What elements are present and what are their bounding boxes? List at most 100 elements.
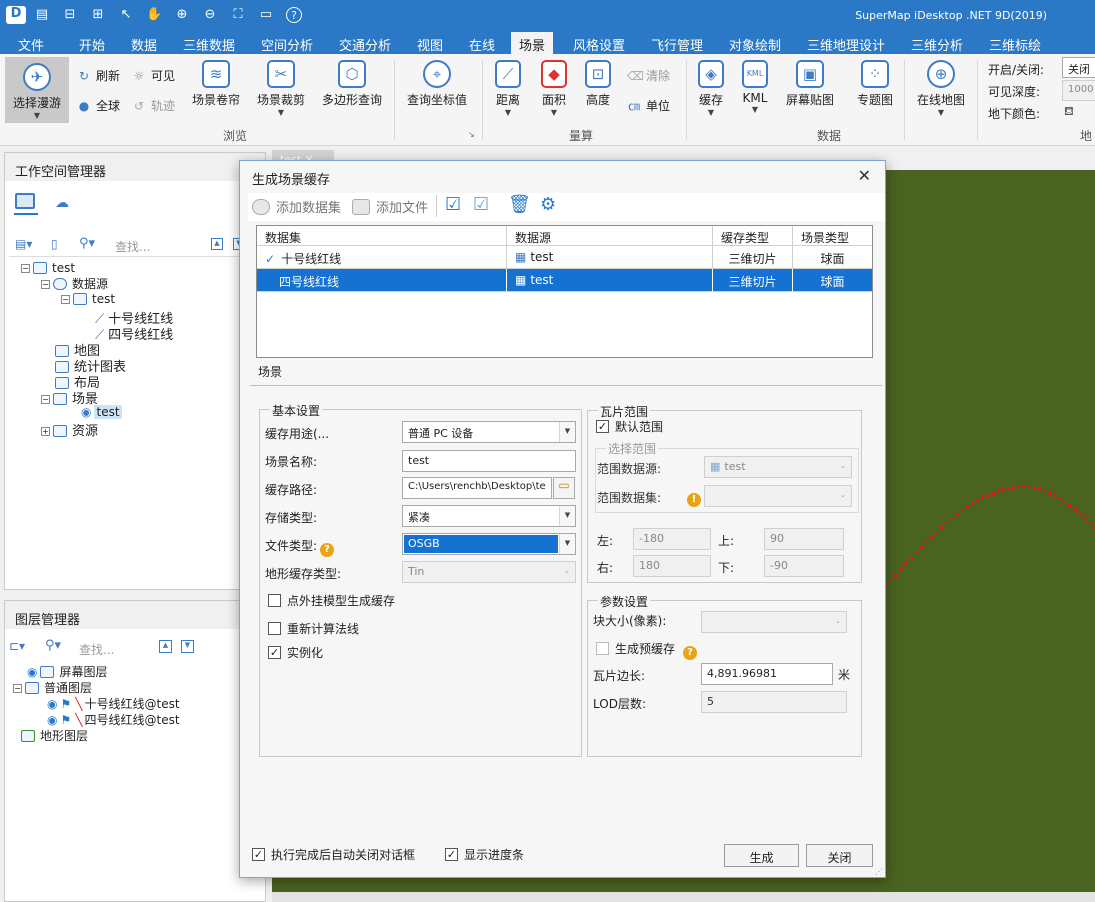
range-datasource-select[interactable]: ▦ test ⌄	[704, 456, 852, 478]
cloud-tab-icon[interactable]: ☁	[55, 195, 69, 211]
column-header-datasource[interactable]: 数据源	[507, 226, 713, 246]
select-all-icon[interactable]: ☑	[445, 194, 461, 215]
refresh-button[interactable]: ↻ 刷新	[77, 67, 120, 84]
unit-button[interactable]: ㎝单位	[627, 97, 670, 114]
visible-button[interactable]: ☼ 可见	[132, 67, 175, 84]
top-input[interactable]: 90	[764, 528, 844, 550]
menu-online[interactable]: 在线	[469, 35, 495, 54]
recompute-normals-checkbox[interactable]	[268, 622, 281, 635]
warning-help-icon[interactable]: !	[687, 489, 701, 507]
kml-button[interactable]: KML KML ▼	[738, 60, 772, 114]
save-icon[interactable]: ▤	[34, 7, 50, 23]
menu-view[interactable]: 视图	[417, 35, 443, 54]
table-row[interactable]: ✓ 十号线红线 ▦ test 三维切片 球面	[257, 246, 872, 269]
help-icon[interactable]: ?	[286, 7, 302, 23]
menu-3d-data[interactable]: 三维数据	[183, 35, 235, 54]
bottom-input[interactable]: -90	[764, 555, 844, 577]
layer-search-input[interactable]: 查找...	[79, 641, 114, 658]
add-file-button[interactable]: 添加文件	[352, 197, 428, 216]
pan-icon[interactable]: ✋	[146, 7, 162, 23]
show-progress-checkbox[interactable]: ✓	[445, 848, 458, 861]
scene-scroll-button[interactable]: ≋ 场景卷帘	[188, 60, 244, 108]
dialog-launcher-icon[interactable]: ↘	[468, 130, 475, 139]
delete-icon[interactable]: 🗑	[508, 194, 531, 215]
workspace-tab-icon[interactable]	[15, 193, 35, 209]
add-dataset-button[interactable]: 添加数据集	[252, 197, 341, 216]
layer-group-normal[interactable]: − 普通图层	[13, 679, 92, 696]
layer-screen[interactable]: ◉ 屏幕图层	[27, 663, 108, 680]
distance-button[interactable]: ⟋ 距离 ▼	[490, 60, 526, 117]
help-icon[interactable]: ?	[683, 646, 698, 660]
scene-name-input[interactable]: test	[402, 450, 576, 472]
tree-item-datasources[interactable]: − 数据源	[41, 275, 108, 292]
instancing-checkbox[interactable]: ✓	[268, 646, 281, 659]
track-button[interactable]: ↺ 轨迹	[132, 97, 175, 114]
column-header-cache-type[interactable]: 缓存类型	[713, 226, 793, 246]
thematic-map-button[interactable]: ⁘ 专题图	[850, 60, 900, 108]
workspace-search-input[interactable]: 查找...	[115, 238, 150, 255]
scene-clip-button[interactable]: ✂ 场景裁剪 ▼	[252, 60, 310, 117]
polygon-query-button[interactable]: ⬡ 多边形查询	[318, 60, 386, 108]
open-workspace-icon[interactable]: ▤▾	[15, 237, 32, 251]
menu-3d-plot[interactable]: 三维标绘	[989, 35, 1041, 54]
menu-scene[interactable]: 场景	[511, 32, 554, 54]
resize-grip-icon[interactable]: ⋰	[875, 867, 883, 876]
tree-item-ds-test[interactable]: − test	[61, 292, 115, 306]
layer-terrain[interactable]: 地形图层	[21, 727, 88, 744]
tab-scene[interactable]: 场景	[258, 363, 282, 380]
screen-map-button[interactable]: ▣ 屏幕贴图	[782, 60, 838, 108]
underground-toggle-select[interactable]: 关闭	[1062, 57, 1095, 78]
eye-icon[interactable]: ◉	[47, 697, 57, 711]
clear-button[interactable]: ⌫ 清除	[627, 67, 670, 84]
file-type-select[interactable]: OSGB ▼	[402, 533, 576, 555]
lod-input[interactable]: 5	[701, 691, 847, 713]
zoom-out-icon[interactable]: ⊖	[202, 7, 218, 23]
settings-gear-icon[interactable]: ⚙	[540, 194, 556, 215]
menu-data[interactable]: 数据	[131, 35, 157, 54]
terrain-cache-type-select[interactable]: Tin ⌄	[402, 561, 576, 583]
move-down-icon[interactable]: ▼	[181, 640, 194, 653]
pointer-icon[interactable]: ↖	[118, 7, 134, 23]
select-icon[interactable]: ⚑	[60, 697, 71, 711]
globe-button[interactable]: ● 全球	[77, 97, 120, 114]
cache-button[interactable]: ◈ 缓存 ▼	[694, 60, 728, 117]
browse-folder-icon[interactable]: ▭	[553, 477, 575, 499]
default-range-checkbox[interactable]: ✓	[596, 420, 609, 433]
point-model-cache-checkbox[interactable]	[268, 594, 281, 607]
eye-icon[interactable]: ◉	[47, 713, 57, 727]
zoom-in-icon[interactable]: ⊕	[174, 7, 190, 23]
height-button[interactable]: ⊡ 高度	[582, 60, 614, 108]
paint-bucket-icon[interactable]: ⛾	[1064, 104, 1074, 120]
column-header-dataset[interactable]: 数据集	[257, 226, 507, 246]
tree-item-scene-test[interactable]: ◉ test	[81, 405, 122, 419]
menu-spatial-analysis[interactable]: 空间分析	[261, 35, 313, 54]
storage-type-select[interactable]: 紧凑 ▼	[402, 505, 576, 527]
query-coords-button[interactable]: ⌖ 查询坐标值	[402, 60, 472, 108]
menu-style-settings[interactable]: 风格设置	[573, 35, 625, 54]
menu-file[interactable]: 文件	[18, 35, 44, 54]
menu-traffic-analysis[interactable]: 交通分析	[339, 35, 391, 54]
select-icon[interactable]: ⚑	[60, 713, 71, 727]
add-layer-icon[interactable]: ⊏▾	[9, 639, 25, 653]
block-size-select[interactable]: ⌄	[701, 611, 847, 633]
range-dataset-select[interactable]: ⌄	[704, 485, 852, 507]
online-map-button[interactable]: ⊕ 在线地图 ▼	[912, 60, 970, 117]
column-header-scene-type[interactable]: 场景类型	[793, 226, 872, 246]
dataset-table[interactable]: 数据集 数据源 缓存类型 场景类型 ✓ 十号线红线 ▦ test 三维切片 球面 四…	[256, 225, 873, 358]
invert-select-icon[interactable]: ☑	[473, 194, 489, 215]
tree-item-resources[interactable]: + 资源	[41, 420, 98, 439]
menu-3d-geo-design[interactable]: 三维地理设计	[807, 35, 885, 54]
menu-start[interactable]: 开始	[79, 35, 105, 54]
auto-close-checkbox[interactable]: ✓	[252, 848, 265, 861]
purpose-select[interactable]: 普通 PC 设备 ▼	[402, 421, 576, 443]
tile-edge-input[interactable]: 4,891.96981	[701, 663, 833, 685]
app-logo[interactable]: D	[6, 6, 26, 24]
select-roam-button[interactable]: ✈ 选择漫游 ▼	[5, 57, 69, 123]
pre-cache-checkbox[interactable]	[596, 642, 609, 655]
table-row[interactable]: 四号线红线 ▦ test 三维切片 球面	[257, 269, 872, 292]
layer-item-line10[interactable]: ◉ ⚑ ╲ 十号线红线@test	[47, 695, 180, 712]
visible-depth-input[interactable]: 1000	[1062, 80, 1095, 101]
search-icon[interactable]: ⚲▾	[79, 236, 95, 251]
help-icon[interactable]: ?	[320, 543, 335, 557]
tree-item-line4[interactable]: ⟋ 四号线红线	[95, 324, 173, 343]
